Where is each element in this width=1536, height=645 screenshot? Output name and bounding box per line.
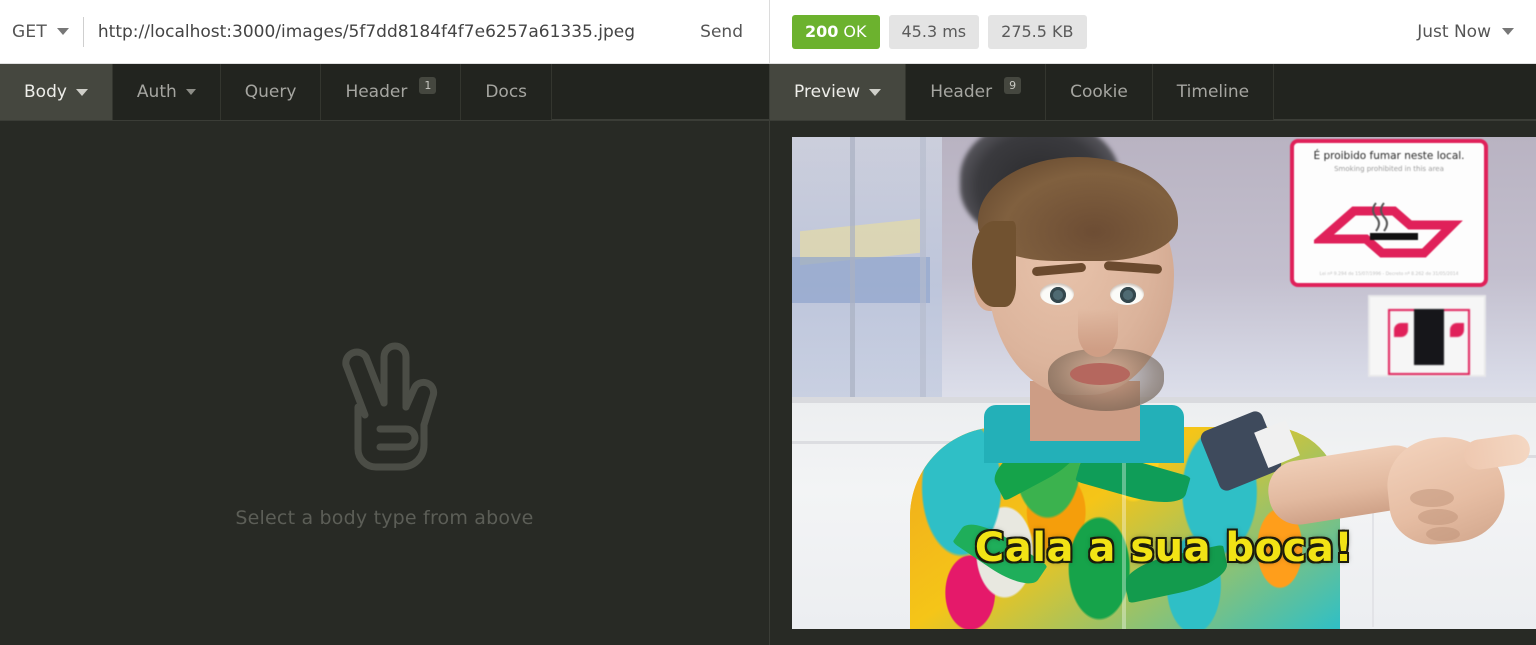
- tab-timeline[interactable]: Timeline: [1153, 64, 1275, 120]
- response-preview-pane: É proibido fumar neste local. Smoking pr…: [770, 121, 1536, 645]
- image-caption: Cala a sua boca!: [974, 525, 1354, 571]
- method-label: GET: [12, 21, 47, 42]
- pointing-finger: [1462, 432, 1532, 472]
- hair-side: [972, 221, 1016, 307]
- chevron-down-icon: [56, 28, 69, 35]
- request-bar: GET http://localhost:3000/images/5f7dd81…: [0, 0, 770, 64]
- chevron-down-icon: [1502, 28, 1514, 35]
- tab-label: Cookie: [1070, 82, 1128, 102]
- tab-preview[interactable]: Preview: [770, 64, 907, 120]
- header-count-badge: 9: [1004, 76, 1022, 94]
- tab-label: Header: [930, 82, 993, 102]
- status-badge: 200 OK: [792, 14, 880, 49]
- photo-content: É proibido fumar neste local. Smoking pr…: [792, 137, 1536, 629]
- top-bar: GET http://localhost:3000/images/5f7dd81…: [0, 0, 1536, 64]
- tab-label: Docs: [485, 82, 528, 102]
- header-count-badge: 1: [419, 76, 437, 94]
- iris-left: [1050, 287, 1066, 303]
- peace-hand-icon: [342, 342, 438, 471]
- history-label: Just Now: [1417, 21, 1491, 42]
- knuckle: [1418, 509, 1458, 525]
- tab-label: Body: [24, 82, 67, 102]
- knuckle: [1410, 489, 1454, 507]
- tab-bar-filler: [1274, 64, 1536, 120]
- empty-state: Select a body type from above: [235, 337, 533, 529]
- url-input[interactable]: http://localhost:3000/images/5f7dd8184f4…: [84, 0, 680, 63]
- tab-header-request[interactable]: Header 1: [321, 64, 462, 120]
- chevron-down-icon: [75, 88, 88, 96]
- tab-bars: Body Auth Query Header 1 Docs Preview He…: [0, 64, 1536, 121]
- api-client-window: GET http://localhost:3000/images/5f7dd81…: [0, 0, 1536, 645]
- tab-label: Query: [244, 82, 297, 102]
- tab-body[interactable]: Body: [0, 64, 113, 120]
- status-text: OK: [843, 22, 867, 41]
- method-selector[interactable]: GET: [0, 0, 83, 63]
- chevron-down-icon: [869, 88, 882, 96]
- tab-label: Preview: [794, 82, 861, 102]
- status-code: 200: [805, 22, 839, 41]
- tab-label: Timeline: [1176, 82, 1250, 102]
- chevron-down-icon: [185, 89, 196, 95]
- history-selector[interactable]: Just Now: [1417, 22, 1518, 42]
- request-tab-bar: Body Auth Query Header 1 Docs: [0, 64, 770, 121]
- response-size-badge: 275.5 KB: [988, 14, 1087, 49]
- tab-docs[interactable]: Docs: [461, 64, 553, 120]
- tab-bar-filler: [552, 64, 769, 120]
- request-body-pane: Select a body type from above: [0, 121, 770, 645]
- tab-label: Header: [345, 82, 408, 102]
- empty-state-message: Select a body type from above: [235, 507, 534, 529]
- preview-image[interactable]: É proibido fumar neste local. Smoking pr…: [792, 137, 1536, 629]
- tab-auth[interactable]: Auth: [113, 64, 221, 120]
- send-button[interactable]: Send: [680, 0, 769, 63]
- iris-right: [1120, 287, 1136, 303]
- response-time-badge: 45.3 ms: [888, 14, 980, 49]
- tab-label: Auth: [136, 82, 177, 102]
- tab-header-response[interactable]: Header 9: [906, 64, 1047, 120]
- response-tab-bar: Preview Header 9 Cookie Timeline: [770, 64, 1536, 121]
- tab-cookie[interactable]: Cookie: [1046, 64, 1153, 120]
- nose: [1078, 309, 1118, 357]
- tab-query[interactable]: Query: [221, 64, 322, 120]
- mouth: [1070, 363, 1130, 385]
- content-area: Select a body type from above É proibido…: [0, 121, 1536, 645]
- response-status-bar: 200 OK 45.3 ms 275.5 KB Just Now: [770, 0, 1536, 64]
